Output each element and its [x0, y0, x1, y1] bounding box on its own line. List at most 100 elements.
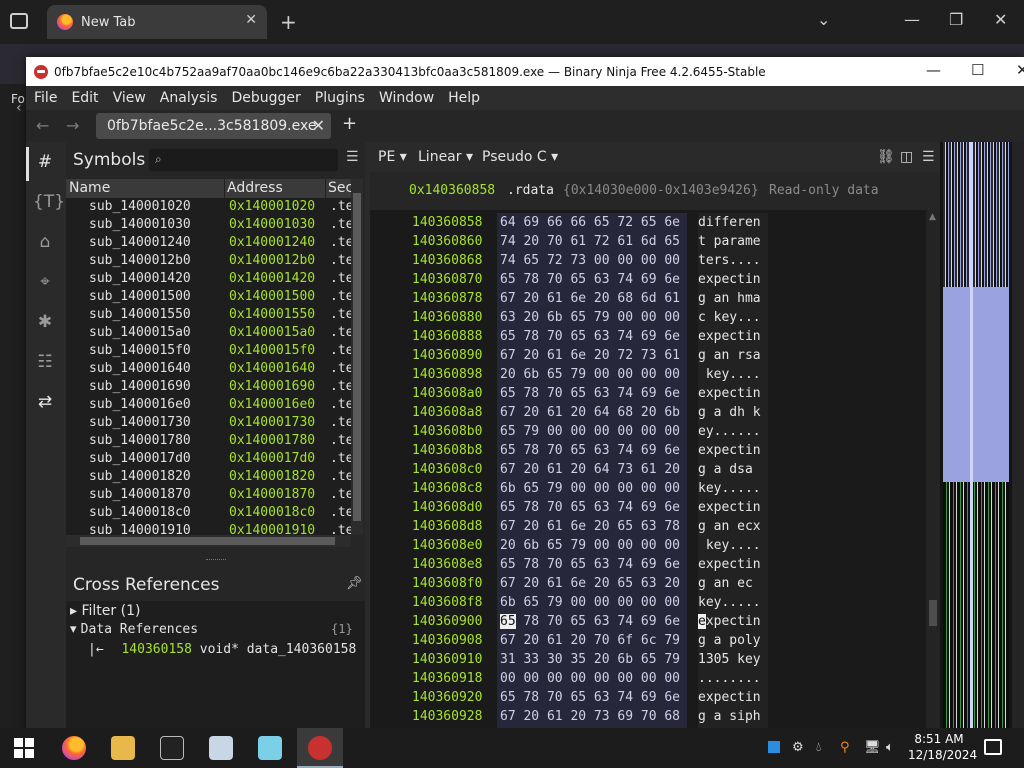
- browser-minimize-button[interactable]: —: [904, 10, 920, 29]
- tray-drop-icon[interactable]: 💧︎: [816, 740, 821, 755]
- hex-row[interactable]: 140360928 67 20 61 20 73 69 70 68 g a siph: [370, 707, 926, 726]
- hex-row[interactable]: 1403608d0 65 78 70 65 63 74 69 6e expectin: [370, 498, 926, 517]
- browser-tab-new-tab[interactable]: New Tab ✕: [47, 5, 267, 39]
- new-file-tab-button[interactable]: +: [342, 113, 357, 134]
- symbol-row[interactable]: sub_1400018c0 0x1400018c0 .te: [66, 504, 351, 522]
- network-icon[interactable]: 🖥︎: [864, 740, 881, 755]
- symbols-horizontal-scrollbar[interactable]: [66, 535, 351, 547]
- hex-row[interactable]: 140360908 67 20 61 20 70 6f 6c 79 g a poly: [370, 631, 926, 650]
- tray-app-icon[interactable]: [768, 741, 780, 753]
- firefox-taskbar-icon[interactable]: [62, 736, 86, 760]
- hex-row[interactable]: 140360888 65 78 70 65 63 74 69 6e expectin: [370, 327, 926, 346]
- clock-date[interactable]: 12/18/2024: [908, 748, 977, 762]
- hex-row[interactable]: 140360880 63 20 6b 65 79 00 00 00 c key...: [370, 308, 926, 327]
- forward-arrow-icon[interactable]: →: [66, 116, 79, 135]
- binary-ninja-taskbar-button[interactable]: [297, 728, 343, 768]
- hex-row[interactable]: 1403608e0 20 6b 65 79 00 00 00 00 key....: [370, 536, 926, 555]
- hex-row[interactable]: 1403608a8 67 20 61 20 64 68 20 6b g a dh k: [370, 403, 926, 422]
- hex-row[interactable]: 140360898 20 6b 65 79 00 00 00 00 key....: [370, 365, 926, 384]
- close-button[interactable]: ✕: [1016, 61, 1024, 79]
- symbol-row[interactable]: sub_140001640 0x140001640 .te: [66, 360, 351, 378]
- symbols-search-input[interactable]: ⌕: [149, 149, 338, 171]
- hamburger-menu-icon[interactable]: ☰: [346, 149, 359, 165]
- link-icon[interactable]: ⛓︎: [877, 149, 895, 165]
- panel-resize-grip[interactable]: [206, 559, 226, 562]
- app-icon-2[interactable]: [258, 736, 282, 760]
- hex-row[interactable]: 140360900 65 78 70 65 63 74 69 6e expectin: [370, 612, 926, 631]
- file-tab[interactable]: 0fb7bfae5c2e...3c581809.exe ✕: [96, 113, 331, 139]
- view-menu-icon[interactable]: ☰: [922, 149, 935, 165]
- app-icon[interactable]: [209, 736, 233, 760]
- symbols-vertical-scrollbar[interactable]: [351, 179, 363, 535]
- tray-search-icon[interactable]: ⚲: [840, 740, 850, 755]
- hex-row[interactable]: 1403608b0 65 79 00 00 00 00 00 00 ey......: [370, 422, 926, 441]
- new-tab-button[interactable]: +: [280, 10, 297, 34]
- maximize-button[interactable]: ☐: [971, 61, 984, 79]
- symbol-row[interactable]: sub_140001020 0x140001020 .te: [66, 198, 351, 216]
- tab-list-icon[interactable]: [10, 13, 28, 29]
- close-tab-icon[interactable]: ✕: [245, 12, 257, 28]
- symbol-row[interactable]: sub_140001030 0x140001030 .te: [66, 216, 351, 234]
- menu-analysis[interactable]: Analysis: [160, 90, 218, 106]
- back-arrow-icon[interactable]: ←: [36, 116, 49, 135]
- symbol-row[interactable]: sub_140001420 0x140001420 .te: [66, 270, 351, 288]
- symbol-row[interactable]: sub_1400015f0 0x1400015f0 .te: [66, 342, 351, 360]
- hex-row[interactable]: 1403608d8 67 20 61 6e 20 65 63 78 g an ecx: [370, 517, 926, 536]
- cross-references-icon[interactable]: ⇄: [33, 390, 57, 414]
- hex-row[interactable]: 1403608e8 65 78 70 65 63 74 69 6e expectin: [370, 555, 926, 574]
- symbol-row[interactable]: sub_1400017d0 0x1400017d0 .te: [66, 450, 351, 468]
- tray-settings-icon[interactable]: ⚙: [792, 740, 804, 755]
- symbol-row[interactable]: sub_140001550 0x140001550 .te: [66, 306, 351, 324]
- symbol-row[interactable]: sub_140001730 0x140001730 .te: [66, 414, 351, 432]
- menu-plugins[interactable]: Plugins: [315, 90, 365, 106]
- symbol-row[interactable]: sub_1400015a0 0x1400015a0 .te: [66, 324, 351, 342]
- xref-data-references-node[interactable]: ▾ Data References: [70, 622, 198, 637]
- hex-row[interactable]: 1403608c0 67 20 61 20 64 73 61 20 g a dsa: [370, 460, 926, 479]
- file-explorer-icon[interactable]: [111, 736, 135, 760]
- menu-help[interactable]: Help: [448, 90, 480, 106]
- linear-view-scrollbar[interactable]: ▲: [926, 210, 940, 737]
- terminal-icon[interactable]: [160, 736, 184, 760]
- symbol-row[interactable]: sub_140001500 0x140001500 .te: [66, 288, 351, 306]
- hex-row[interactable]: 1403608b8 65 78 70 65 63 74 69 6e expectin: [370, 441, 926, 460]
- hex-row[interactable]: 140360878 67 20 61 6e 20 68 6d 61 g an hma: [370, 289, 926, 308]
- column-header-name[interactable]: Name: [69, 179, 110, 198]
- hierarchy-icon[interactable]: ☷: [33, 350, 57, 374]
- types-icon[interactable]: {T}: [33, 190, 65, 214]
- tags-icon[interactable]: ⌂: [33, 230, 57, 254]
- menu-debugger[interactable]: Debugger: [231, 90, 300, 106]
- symbol-row[interactable]: sub_140001910 0x140001910 .te: [66, 522, 351, 535]
- clock-time[interactable]: 8:51 AM: [908, 732, 970, 746]
- xref-item[interactable]: |← 140360158 void* data_140360158: [88, 642, 356, 657]
- notifications-icon[interactable]: [984, 739, 1002, 755]
- hex-row[interactable]: 140360870 65 78 70 65 63 74 69 6e expectin: [370, 270, 926, 289]
- menu-window[interactable]: Window: [379, 90, 434, 106]
- hex-row[interactable]: 140360868 74 65 72 73 00 00 00 00 ters....: [370, 251, 926, 270]
- hex-row[interactable]: 140360910 31 33 30 35 20 6b 65 79 1305 key: [370, 650, 926, 669]
- symbol-row[interactable]: sub_140001870 0x140001870 .te: [66, 486, 351, 504]
- symbol-row[interactable]: sub_1400012b0 0x1400012b0 .te: [66, 252, 351, 270]
- volume-muted-icon[interactable]: 🔈︎: [886, 740, 894, 755]
- hex-row[interactable]: 140360860 74 20 70 61 72 61 6d 65 t parame: [370, 232, 926, 251]
- symbol-row[interactable]: sub_140001780 0x140001780 .te: [66, 432, 351, 450]
- hex-row[interactable]: 140360890 67 20 61 6e 20 72 73 61 g an rsa: [370, 346, 926, 365]
- chevron-down-icon[interactable]: ⌄: [817, 10, 830, 29]
- menu-edit[interactable]: Edit: [71, 90, 98, 106]
- debugger-bug-icon[interactable]: ✱: [33, 310, 57, 334]
- windows-start-icon[interactable]: [14, 738, 34, 758]
- split-view-icon[interactable]: ◫: [900, 149, 913, 165]
- il-level-dropdown[interactable]: Pseudo C ▾: [482, 149, 558, 165]
- symbol-row[interactable]: sub_140001240 0x140001240 .te: [66, 234, 351, 252]
- hex-row[interactable]: 140360858 64 69 66 66 65 72 65 6e differen: [370, 213, 926, 232]
- column-header-section[interactable]: Sec: [328, 179, 351, 198]
- hex-row[interactable]: 1403608f8 6b 65 79 00 00 00 00 00 key.....: [370, 593, 926, 612]
- hex-row[interactable]: 1403608a0 65 78 70 65 63 74 69 6e expectin: [370, 384, 926, 403]
- minimize-button[interactable]: —: [926, 61, 941, 79]
- menu-file[interactable]: File: [34, 90, 57, 106]
- view-layout-dropdown[interactable]: Linear ▾: [418, 149, 473, 165]
- hex-row[interactable]: 140360918 00 00 00 00 00 00 00 00........: [370, 669, 926, 688]
- location-icon[interactable]: ⌖: [33, 270, 57, 294]
- xref-filter-node[interactable]: ▸ Filter (1): [70, 603, 140, 619]
- column-header-address[interactable]: Address: [227, 179, 283, 198]
- scroll-up-arrow-icon[interactable]: ▲: [929, 212, 936, 222]
